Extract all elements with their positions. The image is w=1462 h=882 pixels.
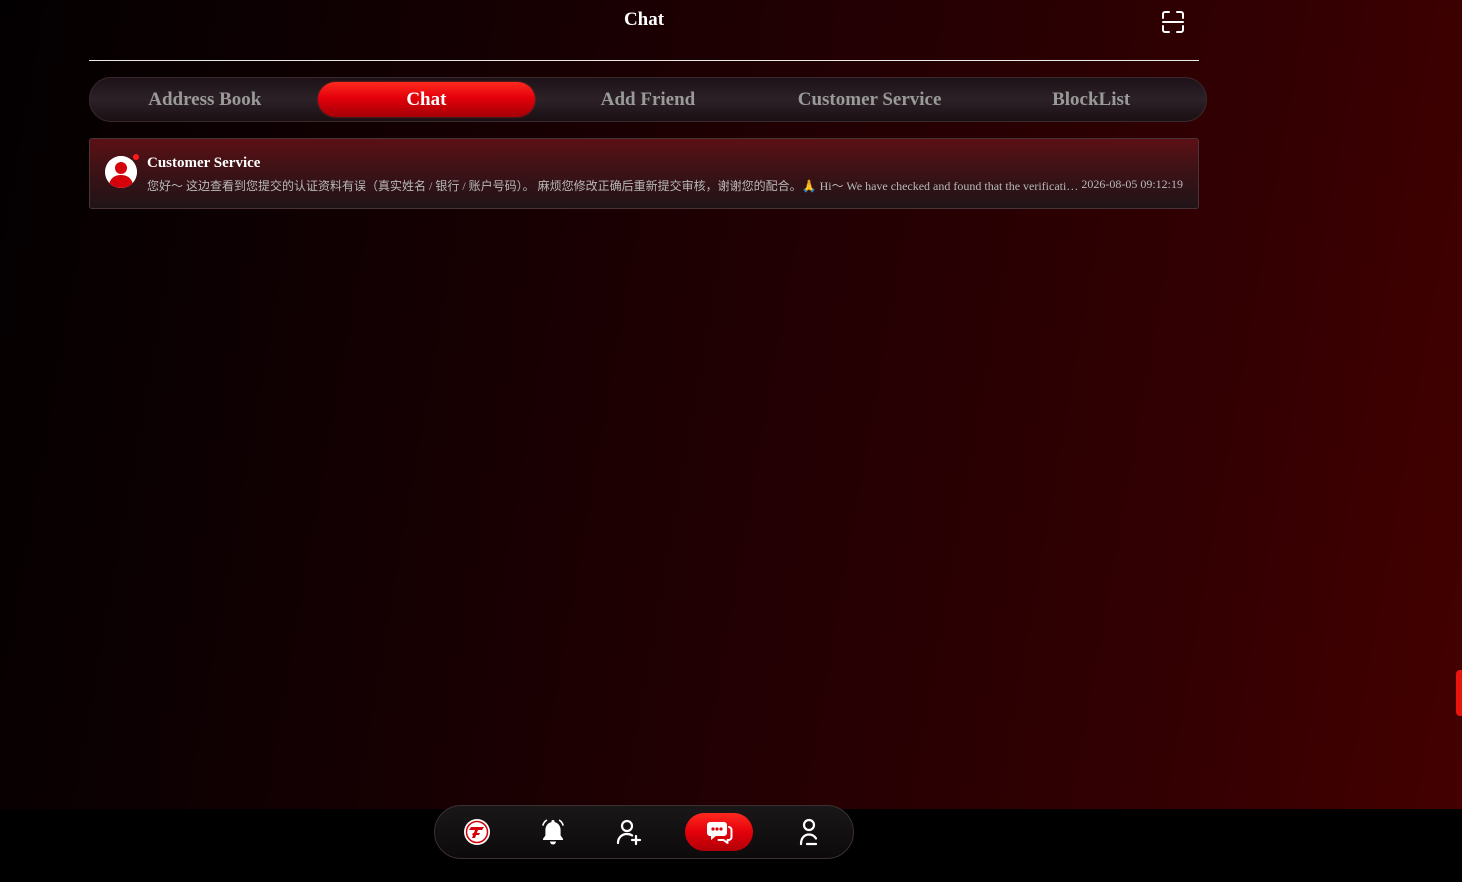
unread-dot xyxy=(133,154,139,160)
nav-chat[interactable] xyxy=(685,813,753,851)
tab-address-book[interactable]: Address Book xyxy=(96,82,314,117)
nav-notifications[interactable] xyxy=(533,813,573,851)
avatar xyxy=(105,156,137,188)
user-avatar-icon xyxy=(105,156,137,188)
nav-home[interactable] xyxy=(457,813,497,851)
side-floating-tab[interactable] xyxy=(1456,670,1462,716)
scan-button[interactable] xyxy=(1161,10,1185,34)
tab-customer-service[interactable]: Customer Service xyxy=(761,82,979,117)
scan-icon xyxy=(1162,11,1184,33)
tab-blocklist[interactable]: BlockList xyxy=(982,82,1200,117)
conversation-time: 2026-08-05 09:12:19 xyxy=(1081,177,1183,191)
nav-profile[interactable] xyxy=(789,813,829,851)
tab-chat[interactable]: Chat xyxy=(317,82,536,117)
page-title: Chat xyxy=(623,9,665,30)
chat-tab-bar: Address Book Chat Add Friend Customer Se… xyxy=(89,77,1207,122)
tab-add-friend[interactable]: Add Friend xyxy=(539,82,757,117)
user-icon xyxy=(799,818,818,846)
top-header: Chat xyxy=(89,0,1199,61)
nav-add-friend[interactable] xyxy=(609,813,649,851)
chat-bubbles-icon xyxy=(707,822,733,844)
conversation-item[interactable]: Customer Service 您好～ 这边查看到您提交的认证资料有误（真实姓… xyxy=(89,138,1199,209)
bottom-nav xyxy=(434,805,854,859)
conversation-preview: 您好～ 这边查看到您提交的认证资料有误（真实姓名 / 银行 / 账户号码）。 麻… xyxy=(147,179,1079,193)
add-user-icon xyxy=(616,819,642,846)
bell-icon xyxy=(542,819,564,845)
brand-logo-icon xyxy=(464,819,490,845)
conversation-name: Customer Service xyxy=(147,155,261,171)
